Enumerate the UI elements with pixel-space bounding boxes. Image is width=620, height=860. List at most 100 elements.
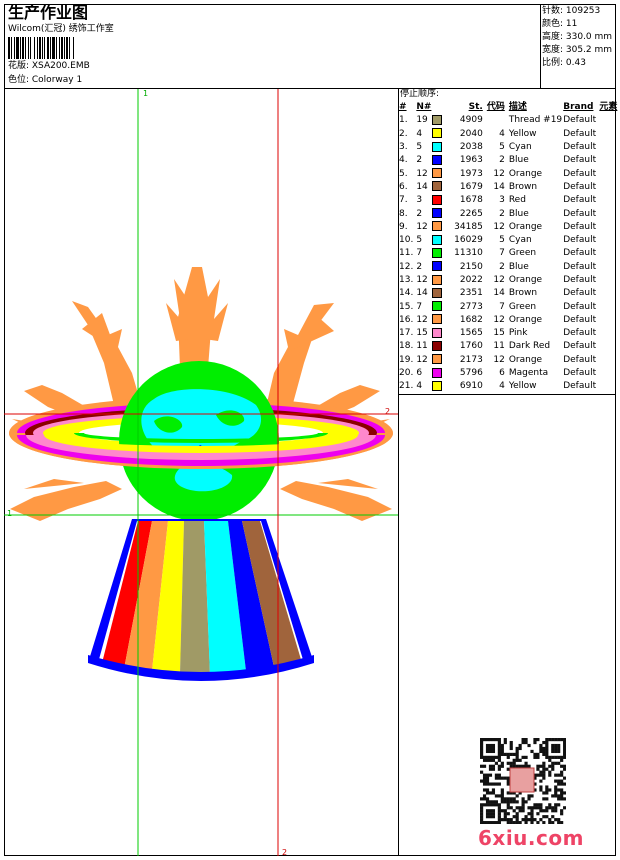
row-index: 2.	[399, 128, 408, 139]
row-description: Green	[508, 248, 537, 259]
row-brand: Default	[563, 248, 597, 259]
stat-width: 宽度: 305.2 mm	[542, 45, 613, 55]
page-title: 生产作业图	[8, 3, 89, 22]
table-row: 17. 15 1565 15 Pink Default	[399, 327, 620, 340]
table-row: 8. 2 2265 2 Blue Default	[399, 207, 620, 220]
table-row: 3. 5 2038 5 Cyan Default	[399, 141, 620, 154]
row-brand: Default	[563, 128, 597, 139]
color-swatch	[432, 168, 443, 179]
table-row: 21. 4 6910 4 Yellow Default	[399, 380, 620, 393]
row-description: Red	[508, 195, 526, 206]
color-swatch	[432, 314, 443, 325]
row-brand: Default	[563, 368, 597, 379]
table-row: 13. 12 2022 12 Orange Default	[399, 274, 620, 287]
row-index: 3.	[399, 142, 408, 153]
table-bottom-divider	[398, 394, 616, 395]
sequence-title: 停止顺序:	[400, 89, 440, 99]
row-needle: 5	[416, 235, 423, 246]
row-index: 5.	[399, 168, 408, 179]
color-sequence-table: # N# St. 代码 描述 Brand 元素 1. 19 4909 Thread #…	[399, 101, 620, 394]
row-index: 21.	[399, 381, 414, 392]
row-description: Orange	[508, 168, 543, 179]
color-swatch	[432, 234, 443, 245]
row-brand: Default	[563, 288, 597, 299]
row-code: 4	[499, 128, 505, 139]
guide-label-red-bottom: 2	[282, 848, 288, 857]
row-description: Pink	[508, 328, 528, 339]
row-brand: Default	[563, 261, 597, 272]
row-stitches: 1678	[459, 195, 483, 206]
row-code: 14	[493, 181, 505, 192]
row-swatch	[431, 234, 447, 247]
table-row: 9. 12 34185 12 Orange Default	[399, 221, 620, 234]
color-swatch	[432, 380, 443, 391]
row-element	[599, 247, 620, 260]
row-brand: Default	[563, 208, 597, 219]
row-code: 12	[493, 221, 505, 232]
row-swatch	[431, 207, 447, 220]
row-needle: 2	[416, 261, 423, 272]
row-element	[599, 128, 620, 141]
row-swatch	[431, 261, 447, 274]
row-index: 20.	[399, 368, 414, 379]
row-stitches: 2038	[459, 142, 483, 153]
table-row: 6. 14 1679 14 Brown Default	[399, 181, 620, 194]
col-header-index: #	[399, 102, 407, 113]
row-brand: Default	[563, 341, 597, 352]
row-element	[599, 327, 620, 340]
row-stitches: 5796	[459, 368, 483, 379]
guide-label-red-right: 2	[385, 407, 391, 416]
color-swatch	[432, 287, 443, 298]
row-brand: Default	[563, 168, 597, 179]
row-description: Green	[508, 301, 537, 312]
row-swatch	[431, 128, 447, 141]
row-index: 11.	[399, 248, 414, 259]
row-element	[599, 221, 620, 234]
row-swatch	[431, 167, 447, 180]
row-index: 15.	[399, 301, 414, 312]
row-element	[599, 154, 620, 167]
row-code: 4	[499, 381, 505, 392]
row-brand: Default	[563, 275, 597, 285]
row-code	[483, 114, 509, 127]
row-stitches: 2150	[459, 261, 483, 272]
row-index: 9.	[399, 221, 408, 232]
stat-colors: 颜色: 11	[542, 19, 578, 29]
color-swatch	[432, 194, 443, 205]
row-element	[599, 340, 620, 353]
row-swatch	[431, 114, 447, 127]
row-index: 19.	[399, 354, 414, 365]
row-code: 5	[499, 235, 505, 246]
row-stitches: 2265	[459, 208, 483, 219]
header-divider-vertical	[540, 4, 541, 89]
company-name: Wilcom(汇冠) 绣饰工作室	[8, 24, 114, 34]
row-code: 12	[493, 275, 505, 285]
row-index: 4.	[399, 155, 408, 166]
row-index: 12.	[399, 261, 414, 272]
row-element	[599, 380, 620, 393]
color-swatch	[432, 274, 443, 285]
table-row: 16. 12 1682 12 Orange Default	[399, 314, 620, 327]
row-index: 10.	[399, 235, 414, 246]
row-description: Yellow	[508, 128, 537, 139]
row-swatch	[431, 340, 447, 353]
row-code: 2	[499, 261, 505, 272]
row-swatch	[431, 181, 447, 194]
table-row: 19. 12 2173 12 Orange Default	[399, 354, 620, 367]
row-element	[599, 300, 620, 313]
row-swatch	[431, 247, 447, 260]
row-element	[599, 181, 620, 194]
color-swatch	[432, 354, 443, 365]
row-brand: Default	[563, 314, 597, 325]
table-row: 10. 5 16029 5 Cyan Default	[399, 234, 620, 247]
stat-stitches: 针数: 109253	[542, 6, 601, 16]
row-description: Orange	[508, 275, 543, 285]
row-code: 6	[499, 368, 505, 379]
color-swatch	[432, 128, 443, 139]
row-element	[599, 234, 620, 247]
barcode	[8, 37, 74, 59]
row-description: Thread #19	[508, 115, 563, 126]
row-brand: Default	[563, 328, 597, 339]
row-element	[599, 114, 620, 127]
stat-scale: 比例: 0.43	[542, 58, 586, 68]
